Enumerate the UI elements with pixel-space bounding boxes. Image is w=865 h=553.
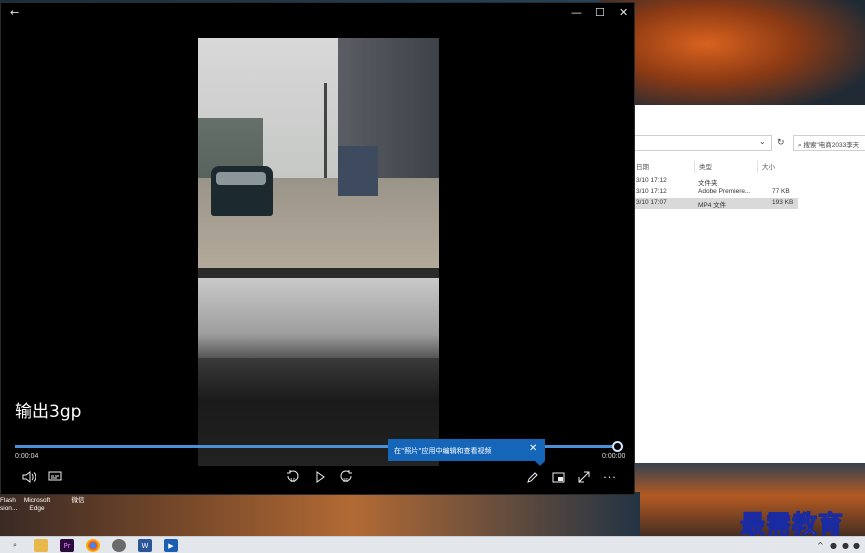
subtitles-button[interactable] — [44, 466, 66, 488]
video-title: 输出3gp — [15, 402, 82, 422]
desktop-icon-label: 微信 — [71, 497, 85, 504]
video-truck — [338, 146, 378, 196]
tray-qq-icon[interactable]: ● — [830, 541, 837, 550]
tooltip-close-icon[interactable]: ✕ — [529, 443, 537, 454]
desktop-icon-label: Flash sion... — [0, 497, 18, 512]
desktop-icon-edge[interactable]: Microsoft Edge — [20, 497, 54, 513]
volume-icon — [22, 471, 36, 483]
search-input[interactable]: ⌕ 搜索"电商2033李天 — [793, 135, 865, 151]
media-player-window: ← — ☐ ✕ 输出3gp 0:00:04 0:00:00 在"照片"应用中编辑… — [0, 2, 635, 495]
remaining-time: 0:00:00 — [602, 453, 626, 460]
video-dashboard — [198, 278, 439, 358]
more-icon: ··· — [603, 470, 617, 484]
column-header-date[interactable]: 日期 — [636, 161, 649, 173]
elapsed-time: 0:00:04 — [15, 453, 39, 460]
back-arrow-icon[interactable]: ← — [10, 6, 19, 19]
video-frame[interactable] — [198, 38, 439, 466]
file-row[interactable]: 3/10 17:12 Adobe Premiere... 77 KB — [634, 187, 798, 198]
video-car-window — [216, 172, 266, 185]
chevron-down-icon[interactable]: ⌄ — [759, 137, 766, 146]
more-options-button[interactable]: ··· — [599, 466, 621, 488]
file-date: 3/10 17:07 — [636, 199, 667, 206]
svg-text:10: 10 — [290, 478, 296, 484]
desktop-wallpaper-strip — [0, 492, 640, 536]
desktop-wallpaper — [600, 0, 865, 110]
video-wiper — [198, 268, 439, 278]
tray-wechat-icon[interactable]: ● — [853, 541, 860, 550]
edit-button[interactable] — [521, 466, 543, 488]
file-type: Adobe Premiere... — [698, 188, 751, 195]
tooltip-text: 在"照片"应用中编辑和查看视频 — [394, 447, 492, 455]
video-pole — [324, 83, 327, 193]
file-date: 3/10 17:12 — [636, 177, 667, 184]
address-bar[interactable] — [634, 135, 772, 151]
file-row[interactable]: 3/10 17:12 文件夹 — [634, 176, 798, 187]
file-explorer-icon[interactable] — [34, 539, 48, 552]
play-button[interactable] — [309, 466, 331, 488]
search-placeholder: 搜索"电商2033李天 — [803, 142, 860, 149]
desktop-icon-wechat[interactable]: 微信 — [68, 497, 88, 505]
maximize-icon[interactable]: ☐ — [595, 6, 605, 19]
close-icon[interactable]: ✕ — [619, 6, 628, 19]
file-explorer-window: ⌄ ↻ ⌕ 搜索"电商2033李天 日期 类型 大小 3/10 17:12 文件… — [633, 105, 865, 463]
desktop-icon-flash[interactable]: Flash sion... — [0, 497, 17, 513]
rewind-10-icon: 10 — [287, 470, 299, 484]
progress-handle[interactable] — [612, 441, 623, 452]
file-type: MP4 文件 — [698, 202, 727, 209]
mini-view-icon — [552, 472, 564, 482]
desktop-icon-label: Microsoft Edge — [23, 497, 51, 512]
photos-app-tooltip[interactable]: 在"照片"应用中编辑和查看视频 ✕ — [388, 439, 545, 466]
file-size: 77 KB — [772, 188, 790, 195]
app-icon[interactable] — [112, 539, 126, 552]
mini-view-button[interactable] — [547, 466, 569, 488]
file-size: 193 KB — [772, 199, 794, 206]
subtitles-icon — [48, 471, 62, 481]
file-type: 文件夹 — [698, 180, 718, 187]
word-icon[interactable]: W — [138, 539, 152, 552]
search-icon: ⌕ — [798, 142, 802, 149]
file-row-selected[interactable]: 3/10 17:07 MP4 文件 193 KB — [634, 198, 798, 209]
tray-chevron-icon[interactable]: ^ — [817, 541, 824, 550]
play-icon — [316, 471, 325, 483]
fullscreen-icon — [578, 471, 590, 483]
refresh-icon[interactable]: ↻ — [777, 137, 785, 148]
movies-tv-icon[interactable]: ▶ — [164, 539, 178, 552]
search-icon[interactable]: ⌕ — [8, 539, 22, 552]
title-bar: ← — ☐ ✕ — [1, 3, 634, 25]
volume-button[interactable] — [18, 466, 40, 488]
file-date: 3/10 17:12 — [636, 188, 667, 195]
skip-back-button[interactable]: 10 — [282, 466, 304, 488]
pencil-icon — [526, 471, 538, 483]
chrome-icon[interactable] — [86, 539, 100, 552]
skip-forward-button[interactable]: 30 — [335, 466, 357, 488]
taskbar: ⌕ Pr W ▶ ^ ● ● ● — [0, 536, 865, 553]
svg-text:30: 30 — [343, 478, 349, 484]
column-header-size[interactable]: 大小 — [757, 161, 775, 173]
forward-30-icon: 30 — [340, 470, 352, 484]
fullscreen-button[interactable] — [573, 466, 595, 488]
tray-app-icon[interactable]: ● — [842, 541, 849, 550]
premiere-icon[interactable]: Pr — [60, 539, 74, 552]
minimize-icon[interactable]: — — [571, 6, 582, 19]
column-header-type[interactable]: 类型 — [694, 161, 712, 173]
